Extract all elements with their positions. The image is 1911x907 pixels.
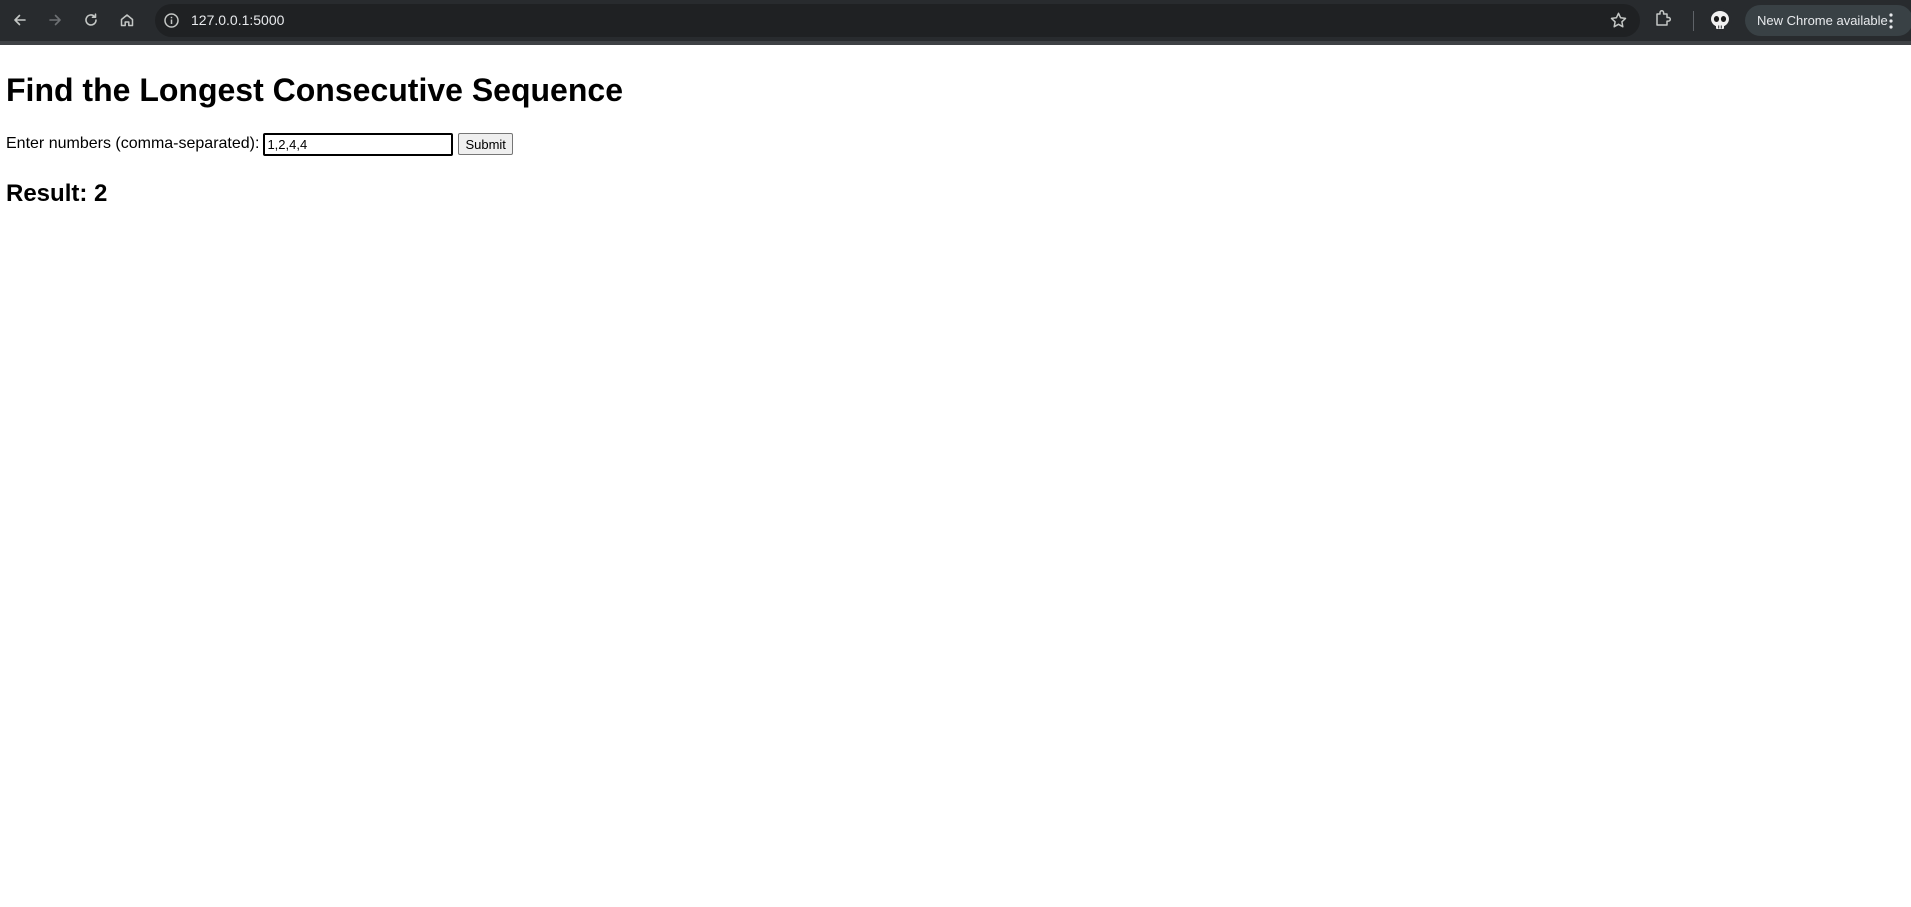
site-info-icon[interactable] — [163, 12, 180, 29]
toolbar-divider — [1693, 11, 1694, 31]
back-button[interactable] — [6, 6, 34, 34]
profile-icon[interactable] — [1707, 7, 1733, 33]
browser-toolbar: 127.0.0.1:5000 New Chrome available — [0, 0, 1911, 45]
numbers-form: Enter numbers (comma-separated): Submit — [6, 132, 1896, 156]
update-label: New Chrome available — [1757, 13, 1888, 28]
result-text: Result: 2 — [6, 180, 108, 207]
home-button[interactable] — [113, 6, 141, 34]
chrome-update-button[interactable]: New Chrome available — [1745, 5, 1911, 36]
reload-icon — [85, 13, 97, 26]
extensions-icon[interactable] — [1653, 8, 1673, 28]
numbers-label: Enter numbers (comma-separated): — [6, 135, 260, 152]
bookmark-star-icon[interactable] — [1609, 11, 1628, 30]
browser-chrome: 127.0.0.1:5000 New Chrome available — [0, 0, 1911, 45]
menu-dots-icon[interactable] — [1889, 13, 1893, 29]
back-icon — [14, 14, 26, 26]
home-icon — [120, 14, 134, 27]
reload-button[interactable] — [77, 6, 105, 34]
page-content: Find the Longest Consecutive Sequence En… — [6, 45, 1896, 208]
numbers-input[interactable] — [263, 132, 454, 156]
forward-button[interactable] — [41, 6, 69, 34]
submit-button[interactable]: Submit — [458, 133, 513, 155]
address-bar[interactable]: 127.0.0.1:5000 — [155, 4, 1640, 37]
url-text[interactable]: 127.0.0.1:5000 — [191, 4, 284, 37]
page-title: Find the Longest Consecutive Sequence — [6, 72, 623, 108]
forward-icon — [49, 14, 61, 26]
